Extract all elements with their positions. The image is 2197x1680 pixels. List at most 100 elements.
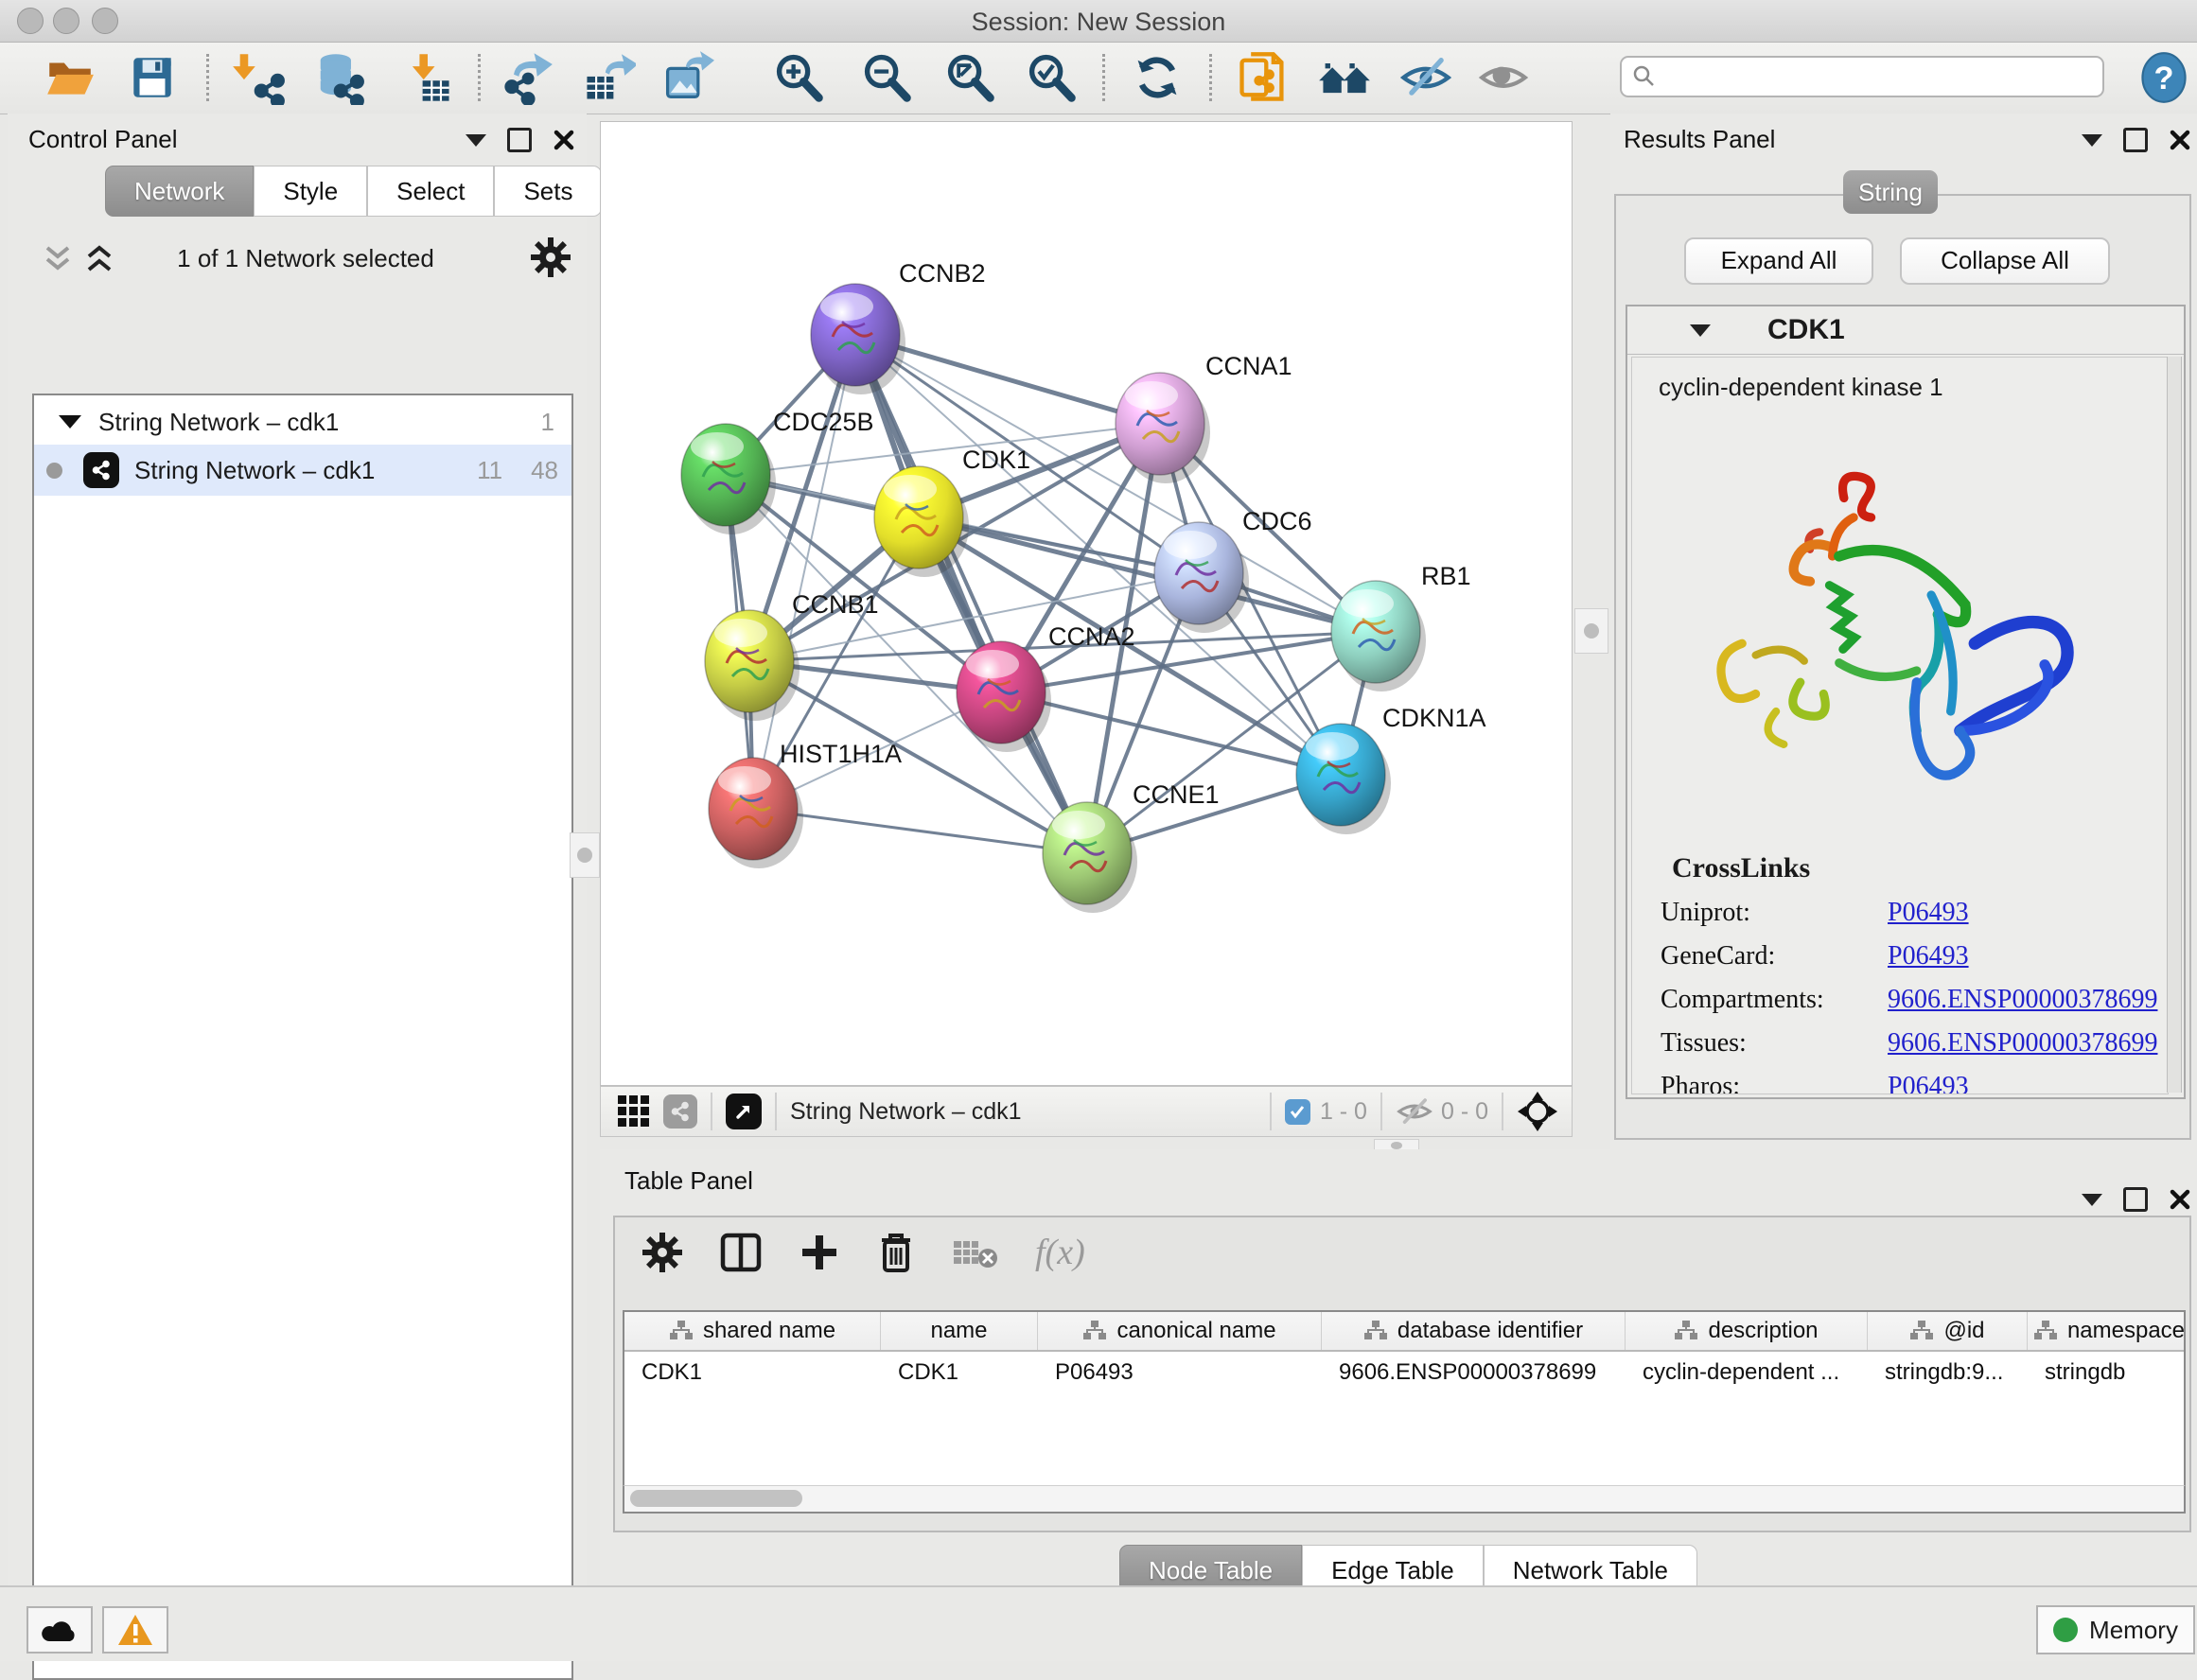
crosslink-link[interactable]: P06493 (1888, 1072, 1969, 1094)
collection-expand-icon[interactable] (59, 415, 81, 429)
memory-button[interactable]: Memory (2036, 1605, 2195, 1654)
table-cell[interactable]: stringdb (2028, 1352, 2186, 1393)
tab-select[interactable]: Select (367, 166, 494, 217)
grid-view-icon[interactable] (616, 1094, 652, 1129)
export-network-icon[interactable] (500, 50, 554, 105)
table-cell[interactable]: 9606.ENSP00000378699 (1322, 1352, 1626, 1393)
toolbar-separator (1209, 54, 1212, 101)
column-header-namespace[interactable]: namespace (2028, 1312, 2186, 1350)
table-cell[interactable]: CDK1 (881, 1352, 1038, 1393)
tab-style[interactable]: Style (254, 166, 367, 217)
collapse-all-icon[interactable] (42, 242, 74, 276)
import-table-icon[interactable] (400, 50, 455, 105)
panel-menu-icon[interactable] (2082, 134, 2102, 147)
delete-column-icon[interactable] (876, 1231, 916, 1274)
zoom-out-icon[interactable] (859, 50, 914, 105)
splitter-handle-right[interactable] (1574, 608, 1608, 654)
panel-close-icon[interactable] (553, 129, 575, 151)
create-column-icon[interactable] (799, 1232, 840, 1273)
zoom-selected-icon[interactable] (1024, 50, 1079, 105)
help-icon[interactable]: ? (2136, 50, 2191, 105)
search-input[interactable] (1658, 62, 2078, 91)
crosslink-link[interactable]: 9606.ENSP00000378699 (1888, 1028, 2157, 1059)
column-header-description[interactable]: description (1626, 1312, 1868, 1350)
network-node-HIST1H1A[interactable] (709, 758, 803, 868)
import-network-database-icon[interactable] (310, 50, 365, 105)
import-network-file-icon[interactable] (231, 50, 286, 105)
panel-float-icon[interactable] (2123, 1187, 2148, 1212)
network-edge[interactable] (855, 335, 1087, 853)
network-edge[interactable] (753, 335, 855, 809)
open-session-icon[interactable] (43, 50, 97, 105)
network-canvas[interactable]: CCNB2CCNA1CDC25BCDK1CDC6RB1CCNB1CCNA2CDK… (600, 121, 1573, 1086)
show-hide-icon[interactable] (1398, 50, 1453, 105)
crosslink-row: Pharos:P06493 (1661, 1072, 2168, 1094)
save-session-icon[interactable] (125, 50, 180, 105)
panel-menu-icon[interactable] (2082, 1194, 2102, 1206)
selected-checkbox[interactable] (1285, 1099, 1310, 1125)
open-session-in-browser-icon[interactable] (1235, 50, 1290, 105)
zoom-fit-icon[interactable] (942, 50, 997, 105)
splitter-handle-left[interactable] (570, 832, 600, 878)
cloud-status-button[interactable] (26, 1606, 93, 1654)
network-collection-row[interactable]: String Network – cdk1 1 (34, 395, 571, 445)
expand-all-icon[interactable] (83, 242, 115, 276)
hidden-eye-icon[interactable] (1396, 1096, 1433, 1127)
network-node-CCNB2[interactable] (811, 284, 905, 394)
network-node-CDC25B[interactable] (681, 424, 776, 534)
title-bar: Session: New Session (0, 0, 2197, 43)
table-cell[interactable]: stringdb:9... (1868, 1352, 2028, 1393)
table-hscrollbar[interactable] (623, 1485, 2186, 1514)
expand-all-button[interactable]: Expand All (1684, 237, 1873, 285)
table-settings-gear-icon[interactable] (642, 1232, 683, 1273)
network-node-CDK1[interactable] (874, 466, 969, 577)
tab-sets[interactable]: Sets (494, 166, 602, 217)
panel-float-icon[interactable] (507, 128, 532, 152)
tab-string[interactable]: String (1843, 170, 1938, 214)
network-node-CCNA1[interactable] (1116, 373, 1210, 483)
column-header-canonical-name[interactable]: canonical name (1038, 1312, 1322, 1350)
section-collapse-icon[interactable] (1690, 324, 1711, 337)
string-view-icon[interactable] (663, 1094, 697, 1129)
network-row[interactable]: String Network – cdk1 11 48 (34, 445, 571, 496)
panel-close-icon[interactable] (2169, 129, 2191, 151)
network-title: String Network – cdk1 (790, 1098, 1022, 1126)
collapse-all-button[interactable]: Collapse All (1900, 237, 2110, 285)
toolbar-separator (1102, 54, 1105, 101)
network-node-CDC6[interactable] (1154, 522, 1249, 633)
network-node-CDKN1A[interactable] (1296, 724, 1391, 834)
network-node-CCNB1[interactable] (705, 610, 800, 721)
column-header-shared-name[interactable]: shared name (624, 1312, 881, 1350)
hscroll-thumb[interactable] (630, 1490, 802, 1507)
network-node-CCNE1[interactable] (1043, 802, 1137, 913)
column-header-name[interactable]: name (881, 1312, 1038, 1350)
results-scrollbar[interactable] (2167, 357, 2182, 1093)
network-node-RB1[interactable] (1331, 581, 1426, 691)
refresh-view-icon[interactable] (1130, 50, 1185, 105)
warning-status-button[interactable] (102, 1606, 168, 1654)
panel-menu-icon[interactable] (466, 134, 486, 147)
export-image-icon[interactable] (659, 50, 714, 105)
gene-section-header[interactable]: CDK1 (1627, 306, 2184, 355)
table-cell[interactable]: cyclin-dependent ... (1626, 1352, 1868, 1393)
crosslink-link[interactable]: P06493 (1888, 941, 1969, 971)
column-header-@id[interactable]: @id (1868, 1312, 2028, 1350)
panel-close-icon[interactable] (2169, 1188, 2191, 1211)
export-table-icon[interactable] (581, 50, 636, 105)
crosslink-link[interactable]: 9606.ENSP00000378699 (1888, 985, 2157, 1015)
birds-eye-toggle-icon[interactable] (1517, 1091, 1558, 1132)
table-cell[interactable]: P06493 (1038, 1352, 1322, 1393)
column-header-database-identifier[interactable]: database identifier (1322, 1312, 1626, 1350)
table-cell[interactable]: CDK1 (624, 1352, 881, 1393)
node-label-CDK1: CDK1 (962, 446, 1030, 474)
tab-network[interactable]: Network (105, 166, 254, 217)
panel-float-icon[interactable] (2123, 128, 2148, 152)
gear-icon[interactable] (530, 236, 571, 278)
show-columns-icon[interactable] (719, 1231, 763, 1274)
network-node-CCNA2[interactable] (957, 641, 1051, 752)
crosslink-link[interactable]: P06493 (1888, 898, 1969, 928)
open-in-new-icon[interactable] (726, 1094, 762, 1129)
return-home-icon[interactable] (1317, 50, 1372, 105)
network-list: String Network – cdk1 1 String Network –… (32, 394, 573, 1680)
zoom-in-icon[interactable] (771, 50, 826, 105)
